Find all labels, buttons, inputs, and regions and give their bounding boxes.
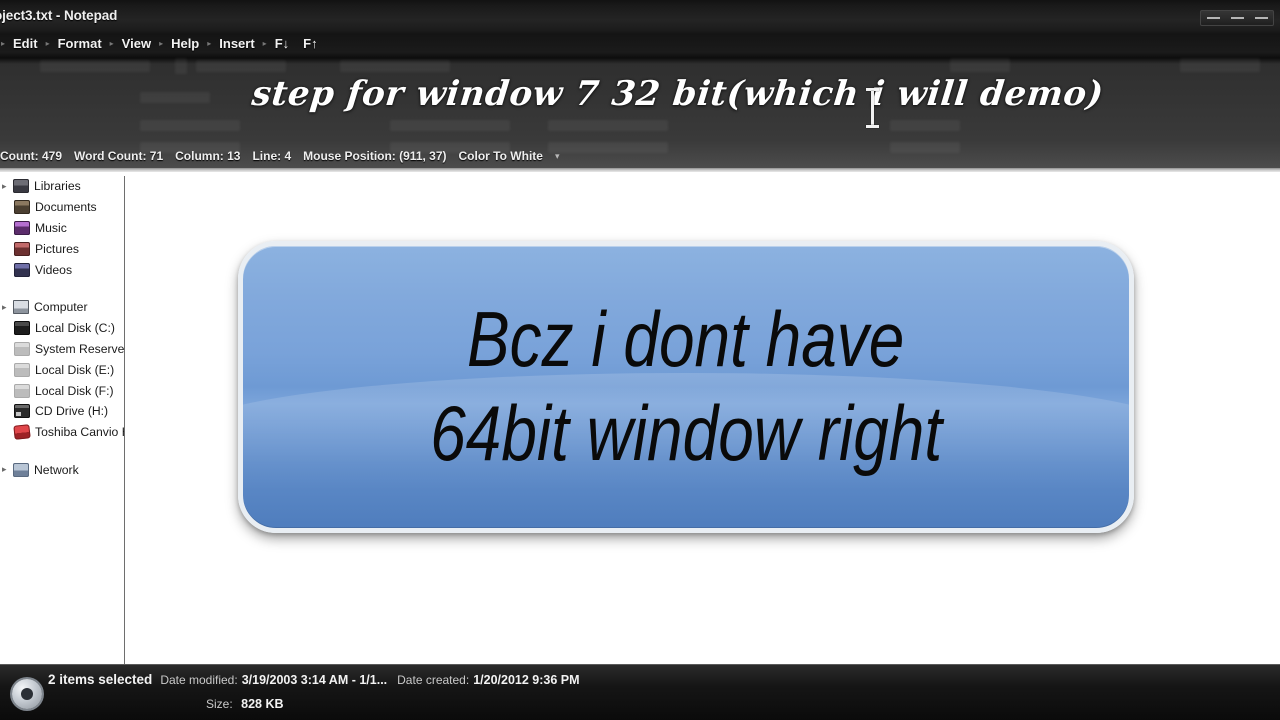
menu-item-edit[interactable]: Edit	[6, 36, 45, 51]
date-modified-value: 3/19/2003 3:14 AM - 1/1...	[241, 673, 388, 687]
nav-label: Libraries	[34, 179, 81, 194]
menu-bar[interactable]: ▸ Edit ▸ Format ▸ View ▸ Help ▸ Insert ▸…	[0, 32, 325, 54]
ghost-list-row	[548, 120, 668, 131]
nav-item-toshiba-canvio[interactable]: Toshiba Canvio Har	[0, 422, 124, 443]
music-icon	[14, 220, 30, 235]
chevron-down-icon[interactable]: ▾	[555, 151, 560, 162]
ghost-list-row	[890, 142, 960, 153]
nav-label: CD Drive (H:)	[35, 404, 109, 419]
ghost-list-row	[548, 142, 668, 153]
text-cursor-icon	[866, 88, 879, 128]
nav-item-documents[interactable]: Documents	[0, 197, 124, 218]
status-color-to-white[interactable]: Color To White	[459, 149, 555, 163]
harddisk-icon	[14, 321, 30, 336]
date-created-key: Date created:	[397, 673, 470, 687]
nav-item-local-disk-c[interactable]: Local Disk (C:)	[0, 318, 124, 339]
ghost-list-row	[140, 120, 240, 131]
network-icon	[13, 462, 29, 477]
nav-label: Music	[35, 220, 67, 235]
status-line: Line: 4	[252, 149, 292, 163]
status-word-count: Word Count: 71	[74, 149, 164, 163]
videos-icon	[14, 262, 30, 277]
nav-item-pictures[interactable]: Pictures	[0, 238, 124, 259]
nav-label: Network	[34, 462, 79, 477]
menu-item-insert[interactable]: Insert	[212, 36, 261, 51]
nav-label: Local Disk (F:)	[35, 383, 114, 398]
window-title: oject3.txt - Notepad	[0, 8, 118, 23]
menu-item-help[interactable]: Help	[164, 36, 206, 51]
nav-label: Computer	[34, 300, 88, 315]
nav-item-cd-drive-h[interactable]: CD Drive (H:)	[0, 401, 124, 422]
nav-group-network[interactable]: ▸ Network	[0, 460, 124, 481]
menu-item-format[interactable]: Format	[51, 36, 109, 51]
handwritten-annotation: step for window 7 32 bit(which i will de…	[249, 74, 1106, 114]
status-column: Column: 13	[175, 149, 241, 163]
date-modified-key: Date modified:	[160, 673, 238, 687]
details-bar: 2 items selected Date modified: 3/19/200…	[0, 664, 1280, 720]
twisty-icon[interactable]: ▸	[2, 181, 13, 192]
nav-item-music[interactable]: Music	[0, 218, 124, 239]
callout-line-2: 64bit window right	[430, 389, 942, 477]
ghost-toolbar-block	[40, 60, 150, 72]
nav-label: Videos	[35, 262, 73, 277]
file-properties-icon	[8, 673, 48, 713]
size-value: 828 KB	[241, 697, 284, 711]
libraries-icon	[13, 179, 29, 194]
menu-item-font-increase[interactable]: F↑	[296, 36, 324, 51]
maximize-icon[interactable]	[1230, 17, 1244, 19]
minimize-icon[interactable]	[1206, 17, 1220, 19]
status-char-count: Count: 479	[0, 149, 63, 163]
nav-label: Toshiba Canvio Har	[35, 425, 124, 440]
nav-label: System Reserved (D:	[35, 341, 125, 356]
close-icon[interactable]	[1254, 17, 1268, 19]
ghost-list-row	[390, 120, 510, 131]
window-controls[interactable]	[1200, 10, 1274, 26]
ghost-list-row	[890, 120, 960, 131]
external-drive-icon	[13, 424, 31, 440]
harddisk-light-icon	[14, 383, 30, 398]
nav-label: Local Disk (C:)	[35, 321, 115, 336]
nav-item-videos[interactable]: Videos	[0, 259, 124, 280]
ghost-toolbar-block	[950, 58, 1010, 72]
documents-icon	[14, 200, 30, 215]
size-key: Size:	[206, 697, 233, 711]
cddrive-icon	[14, 404, 30, 419]
nav-group-libraries[interactable]: ▸ Libraries	[0, 176, 124, 197]
nav-item-system-reserved-d[interactable]: System Reserved (D:	[0, 339, 124, 360]
nav-item-local-disk-f[interactable]: Local Disk (F:)	[0, 380, 124, 401]
date-created-value: 1/20/2012 9:36 PM	[473, 673, 580, 687]
pictures-icon	[14, 241, 30, 256]
callout-box: Bcz i dont have 64bit window right	[238, 241, 1134, 533]
nav-label: Documents	[35, 200, 97, 215]
status-mouse-position: Mouse Position: (911, 37)	[303, 149, 447, 163]
items-selected-label: 2 items selected	[48, 672, 153, 687]
computer-icon	[13, 300, 29, 315]
ghost-toolbar-block	[340, 60, 450, 72]
nav-label: Pictures	[35, 241, 80, 256]
navigation-pane: ▸ Libraries Documents Music Pictures Vid…	[0, 176, 125, 665]
notepad-status-bar: Count: 479 Word Count: 71 Column: 13 Lin…	[0, 147, 559, 165]
harddisk-light-icon	[14, 341, 30, 356]
menu-item-font-decrease[interactable]: F↓	[268, 36, 296, 51]
twisty-icon[interactable]: ▸	[2, 464, 13, 475]
ghost-column-header	[140, 92, 210, 103]
ghost-toolbar-block	[1180, 58, 1260, 72]
content-area: Bcz i dont have 64bit window right	[125, 176, 1280, 665]
callout-line-1: Bcz i dont have	[467, 295, 905, 384]
twisty-icon[interactable]: ▸	[2, 302, 13, 313]
harddisk-light-icon	[14, 362, 30, 377]
nav-label: Local Disk (E:)	[35, 362, 115, 377]
ghost-toolbar-block	[196, 60, 286, 72]
ghost-toolbar-block	[175, 58, 187, 74]
menu-item-view[interactable]: View	[115, 36, 158, 51]
screen-root: oject3.txt - Notepad ▸ Edit ▸ Format ▸ V…	[0, 0, 1280, 720]
nav-group-computer[interactable]: ▸ Computer	[0, 297, 124, 318]
nav-item-local-disk-e[interactable]: Local Disk (E:)	[0, 359, 124, 380]
